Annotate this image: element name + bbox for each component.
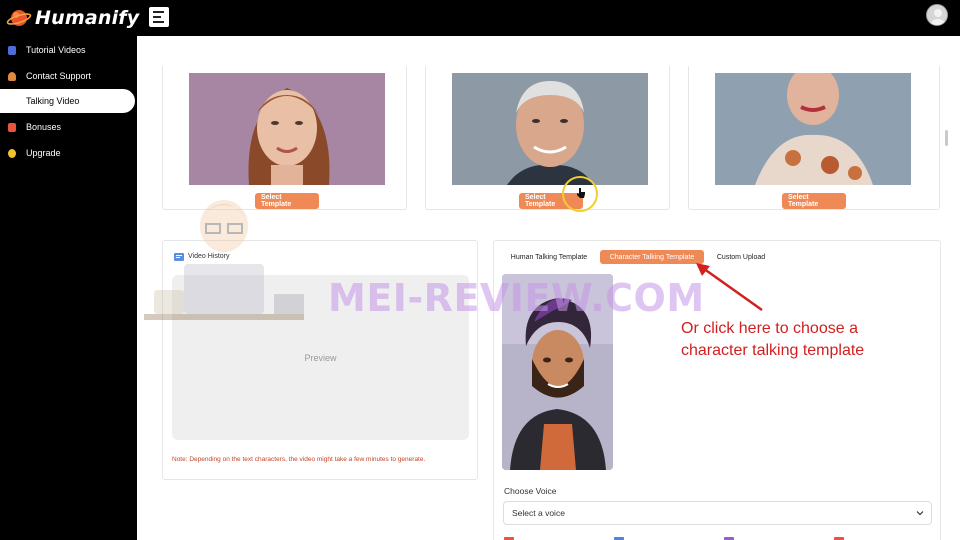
template-card: Select Template [688, 66, 940, 210]
chevron-down-icon [916, 511, 924, 516]
sidebar-item-upgrade[interactable]: Upgrade [0, 141, 135, 165]
sidebar-item-label: Tutorial Videos [26, 45, 86, 55]
portrait-image [452, 73, 648, 185]
tab-character-talking-template[interactable]: Character Talking Template [600, 250, 704, 264]
hand-cursor-icon [577, 188, 585, 198]
watermark-text: MEI-REVIEW.COM [328, 276, 705, 320]
sidebar-item-talking-video[interactable]: Talking Video [0, 89, 135, 113]
annotation-text-line-1: Or click here to choose a [681, 320, 858, 337]
gift-icon [8, 122, 16, 132]
select-template-button[interactable]: Select Template [782, 193, 846, 209]
hamburger-icon[interactable] [149, 7, 169, 27]
support-icon [8, 71, 16, 81]
app-logo[interactable]: Humanify [6, 6, 139, 30]
annotation-text-line-2: character talking template [681, 342, 865, 359]
app-window: Humanify Tutorial Videos Contact Support… [0, 0, 960, 540]
sidebar-item-label: Upgrade [26, 148, 61, 158]
template-card: Select Template [425, 66, 670, 212]
generation-note: Note: Depending on the text characters, … [172, 456, 426, 463]
sidebar-item-label: Contact Support [26, 71, 92, 81]
logo-text: Humanify [35, 7, 140, 29]
planet-logo-icon [6, 10, 32, 26]
video-icon [8, 45, 16, 55]
sidebar: Tutorial Videos Contact Support Talking … [0, 36, 137, 540]
voice-select[interactable]: Select a voice [503, 501, 932, 525]
page-scrollbar[interactable] [945, 130, 948, 146]
sidebar-item-label: Talking Video [26, 96, 80, 106]
voice-select-placeholder: Select a voice [512, 508, 565, 518]
portrait-image [189, 73, 385, 185]
tab-human-talking-template[interactable]: Human Talking Template [504, 250, 594, 264]
sidebar-item-label: Bonuses [26, 122, 62, 132]
template-portrait-older-man[interactable] [452, 73, 648, 185]
template-portrait-asian-woman[interactable] [715, 73, 911, 185]
crown-icon [8, 148, 16, 158]
top-bar: Humanify [0, 0, 960, 36]
sidebar-item-bonuses[interactable]: Bonuses [0, 115, 135, 139]
watermark-mascot-icon [144, 200, 304, 320]
portrait-image [715, 73, 911, 185]
annotation-arrow-icon [696, 263, 763, 312]
template-card: Select Template [162, 66, 407, 210]
template-portrait-woman[interactable] [189, 73, 385, 185]
sidebar-item-contact-support[interactable]: Contact Support [0, 64, 135, 88]
sidebar-item-tutorial-videos[interactable]: Tutorial Videos [0, 38, 135, 62]
avatar-silhouette [927, 5, 947, 25]
user-avatar-icon[interactable] [926, 4, 948, 26]
choose-voice-label: Choose Voice [504, 486, 557, 496]
